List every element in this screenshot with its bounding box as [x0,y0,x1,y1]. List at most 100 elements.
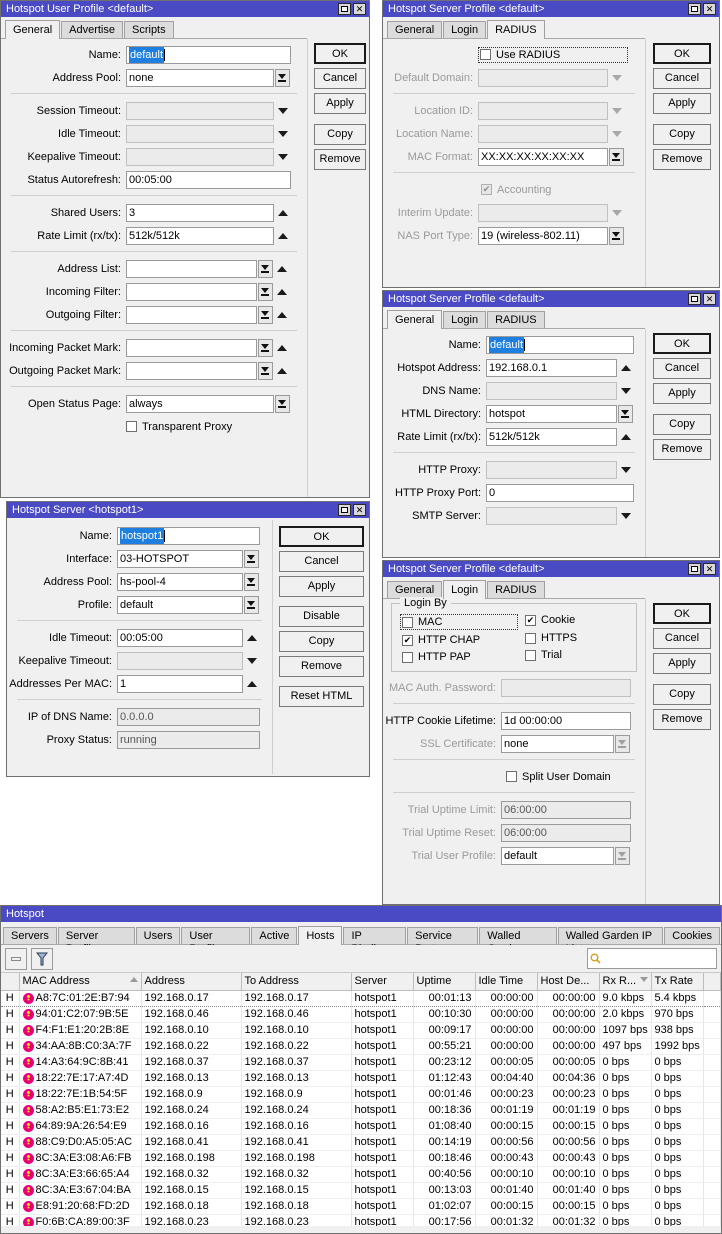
input-incoming-filter[interactable] [126,282,257,301]
input-http-proxy[interactable] [486,460,617,479]
tab-users[interactable]: Users [135,927,181,944]
input-name[interactable]: default [486,335,634,354]
tabstrip[interactable]: General Login RADIUS [383,307,645,329]
th-flags[interactable] [1,973,20,991]
cancel-button[interactable]: Cancel [279,551,364,572]
table-row[interactable]: H F0:6B:CA:89:00:3F 192.168.0.23 192.168.0.… [1,1214,721,1226]
th-address[interactable]: Address [141,973,242,991]
table-row[interactable]: H 88:C9:D0:A5:05:AC 192.168.0.41 192.168.0.… [1,1134,721,1151]
input-outgoing-packet-mark[interactable] [126,361,257,380]
table-row[interactable]: H E8:91:20:68:FD:2D 192.168.0.18 192.168.0.… [1,1198,721,1215]
tab-server-profiles[interactable]: Server Profiles [57,927,135,955]
profile-dropdown-icon[interactable] [244,595,259,614]
tab-servers[interactable]: Servers [3,927,57,944]
keepalive-timeout-chevron-down-icon[interactable] [278,153,288,160]
hotspot-server-profile-login-window[interactable]: Hotspot Server Profile <default> ✕ Gener… [382,560,720,905]
outgoing-filter-dropdown-icon[interactable] [258,305,273,324]
input-http-cookie-lifetime[interactable]: 1d 00:00:00 [501,711,631,730]
maximize-icon[interactable] [688,3,701,15]
ok-button[interactable]: OK [314,43,366,64]
tabstrip[interactable]: General Login RADIUS [383,577,645,599]
input-idle-timeout[interactable] [126,124,274,143]
copy-button[interactable]: Copy [653,124,711,145]
cancel-button[interactable]: Cancel [653,68,711,89]
checkbox-trial[interactable]: Trial [525,649,577,661]
input-mac-auth-password[interactable] [501,678,631,697]
apply-button[interactable]: Apply [653,383,711,404]
tab-active[interactable]: Active [251,927,298,944]
hosts-table-body[interactable]: H A8:7C:01:2E:B7:94 192.168.0.17 192.168.0.… [1,990,721,1226]
address-list-stepper-icon[interactable] [277,265,287,272]
table-row[interactable]: H 8C:3A:E3:66:65:A4 192.168.0.32 192.168.0.… [1,1166,721,1183]
hotspot-server-window[interactable]: Hotspot Server <hotspot1> ✕ Name: hotspo… [6,501,370,777]
ok-button[interactable]: OK [653,603,711,624]
input-session-timeout[interactable] [126,101,274,120]
checkbox-use-radius[interactable]: Use RADIUS [478,46,628,63]
incoming-packet-mark-dropdown-icon[interactable] [258,338,273,357]
close-icon[interactable]: ✕ [703,563,716,575]
keepalive-timeout-chevron-down-icon[interactable] [247,657,257,664]
tab-ip-bindings[interactable]: IP Bindings [343,927,407,955]
disable-button[interactable]: Disable [279,606,364,627]
http-pap-checkbox-icon[interactable] [402,651,413,663]
table-row[interactable]: H 18:22:7E:17:A7:4D 192.168.0.13 192.168.0.… [1,1070,721,1087]
checkbox-mac[interactable]: MAC [400,614,518,630]
ok-button[interactable]: OK [279,526,364,547]
input-incoming-packet-mark[interactable] [126,338,257,357]
ssl-certificate-dropdown-icon[interactable] [615,734,630,753]
tab-hosts[interactable]: Hosts [298,926,343,945]
smtp-server-chevron-down-icon[interactable] [621,512,631,519]
input-name[interactable]: hotspot1 [117,526,260,545]
titlebar[interactable]: Hotspot User Profile <default> ✕ [1,1,369,17]
input-interface[interactable]: 03-HOTSPOT [117,549,243,568]
tab-user-profiles[interactable]: User Profiles [181,927,251,955]
checkbox-accounting[interactable]: Accounting [481,184,551,196]
close-icon[interactable]: ✕ [353,504,366,516]
remove-button[interactable] [5,947,27,970]
checkbox-https[interactable]: HTTPS [525,632,577,644]
remove-button[interactable]: Remove [279,656,364,677]
table-row[interactable]: H F4:F1:E1:20:2B:8E 192.168.0.10 192.168.0.… [1,1022,721,1039]
input-interim-update[interactable] [478,203,608,222]
input-hotspot-address[interactable]: 192.168.0.1 [486,358,617,377]
tab-general[interactable]: General [387,581,443,598]
input-trial-uptime-reset[interactable]: 06:00:00 [501,823,631,842]
tab-radius[interactable]: RADIUS [487,20,545,39]
location-name-chevron-down-icon[interactable] [612,130,622,137]
ok-button[interactable]: OK [653,43,711,64]
checkbox-http-chap[interactable]: HTTP CHAP [400,634,525,646]
transparent-proxy-checkbox-icon[interactable] [126,421,137,432]
mac-format-dropdown-icon[interactable] [609,147,624,166]
close-icon[interactable]: ✕ [703,3,716,15]
table-row[interactable]: H A8:7C:01:2E:B7:94 192.168.0.17 192.168.0.… [1,990,721,1007]
titlebar[interactable]: Hotspot Server Profile <default> ✕ [383,561,719,577]
maximize-icon[interactable] [338,504,351,516]
input-rate-limit[interactable]: 512k/512k [486,427,617,446]
input-keepalive-timeout[interactable] [117,651,243,670]
remove-button[interactable]: Remove [653,439,711,460]
tab-login[interactable]: Login [443,311,487,328]
tab-general[interactable]: General [5,20,61,39]
https-checkbox-icon[interactable] [525,632,536,644]
input-dns-name[interactable] [486,381,617,400]
cancel-button[interactable]: Cancel [314,68,366,89]
checkbox-http-pap[interactable]: HTTP PAP [400,651,525,663]
table-row[interactable]: H 58:A2:B5:E1:73:E2 192.168.0.24 192.168.0.… [1,1102,721,1119]
titlebar[interactable]: Hotspot Server Profile <default> ✕ [383,1,719,17]
close-icon[interactable]: ✕ [703,293,716,305]
cookie-checkbox-icon[interactable] [525,614,536,626]
input-outgoing-filter[interactable] [126,305,257,324]
input-http-proxy-port[interactable]: 0 [486,483,634,502]
incoming-filter-dropdown-icon[interactable] [258,282,273,301]
hotspot-window[interactable]: Hotspot Servers Server Profiles Users Us… [0,905,722,1234]
hotspot-server-profile-radius-window[interactable]: Hotspot Server Profile <default> ✕ Gener… [382,0,720,288]
trial-user-profile-dropdown-icon[interactable] [615,846,630,865]
mac-checkbox-icon[interactable] [402,616,413,628]
session-timeout-chevron-down-icon[interactable] [278,107,288,114]
checkbox-transparent-proxy[interactable]: Transparent Proxy [126,421,232,433]
default-domain-chevron-down-icon[interactable] [612,74,622,81]
table-row[interactable]: H 14:A3:64:9C:8B:41 192.168.0.37 192.168.0.… [1,1054,721,1071]
input-mac-format[interactable]: XX:XX:XX:XX:XX:XX [478,147,608,166]
table-row[interactable]: H 94:01:C2:07:9B:5E 192.168.0.46 192.168.0.… [1,1006,721,1023]
hosts-table-container[interactable]: MAC Address Address To Address Server Up… [1,973,721,1226]
